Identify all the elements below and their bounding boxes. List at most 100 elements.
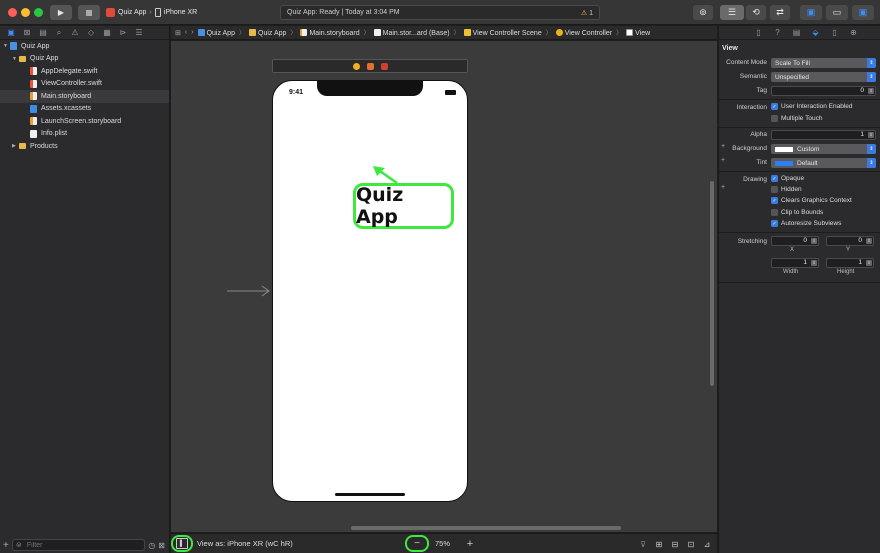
add-constraints-button[interactable]: ⊡ xyxy=(685,538,697,550)
tree-item-project[interactable]: ▼ Quiz App xyxy=(0,40,169,53)
tree-item-label: AppDelegate.swift xyxy=(41,67,98,75)
back-icon[interactable]: ‹ xyxy=(185,29,187,36)
search-icon[interactable]: ⌕ xyxy=(51,28,67,38)
identity-icon[interactable]: ▤ xyxy=(787,28,806,37)
forward-icon[interactable]: › xyxy=(191,29,193,36)
stepper-icon[interactable]: ⇕ xyxy=(868,88,874,94)
tint-popup[interactable]: Default ⇕ xyxy=(771,158,876,168)
connections-icon[interactable]: ⊕ xyxy=(844,28,863,37)
scm-filter-icon[interactable]: ⊠ xyxy=(158,541,165,550)
semantic-popup[interactable]: Unspecified ⇕ xyxy=(771,72,876,82)
source-control-icon[interactable]: ⊠ xyxy=(19,28,35,37)
standard-editor-button[interactable]: ☰ xyxy=(720,5,744,20)
stretch-width-field[interactable]: 1 ⇕ xyxy=(771,258,819,268)
breadcrumb-scene[interactable]: View Controller Scene xyxy=(463,28,542,37)
tree-item-group[interactable]: ▼ Quiz App xyxy=(0,53,169,66)
document-outline-button[interactable]: ▌ xyxy=(176,538,188,549)
vertical-scrollbar[interactable] xyxy=(710,181,714,386)
tree-item-file[interactable]: Assets.xcassets xyxy=(0,103,169,116)
user-interaction-checkbox[interactable]: ✓ User Interaction Enabled xyxy=(771,103,853,110)
tree-item-group[interactable]: ▶ Products xyxy=(0,140,169,153)
first-responder-icon[interactable] xyxy=(366,62,374,70)
stepper-icon[interactable]: ⇕ xyxy=(868,132,874,138)
library-button[interactable]: ⊚ xyxy=(693,5,713,20)
entry-point-arrow-icon[interactable] xyxy=(227,285,271,297)
alpha-field[interactable]: 1 ⇕ xyxy=(771,130,876,140)
tree-item-file-selected[interactable]: Main.storyboard xyxy=(0,90,169,103)
storyboard-canvas[interactable]: 9:41 Quiz App xyxy=(171,41,717,532)
add-variation-icon[interactable]: + xyxy=(721,157,725,164)
stretch-height-field[interactable]: 1 ⇕ xyxy=(826,258,874,268)
clip-bounds-checkbox[interactable]: Clip to Bounds xyxy=(771,209,823,216)
tree-item-file[interactable]: ViewController.swift xyxy=(0,78,169,91)
toggle-navigator-button[interactable]: ▣ xyxy=(800,5,822,20)
view-controller-icon[interactable] xyxy=(352,62,360,70)
test-icon[interactable]: ◇ xyxy=(83,28,99,37)
tree-item-file[interactable]: Info.plist xyxy=(0,128,169,141)
stretch-x-field[interactable]: 0 ⇕ xyxy=(771,236,819,246)
horizontal-scrollbar[interactable] xyxy=(351,526,621,530)
tree-item-file[interactable]: AppDelegate.swift xyxy=(0,65,169,78)
report-icon[interactable]: ☰ xyxy=(131,28,147,37)
size-icon[interactable]: ▯ xyxy=(825,28,844,37)
update-frames-button[interactable]: ⊽ xyxy=(637,538,649,550)
add-variation-icon[interactable]: + xyxy=(721,143,725,150)
autoresize-checkbox[interactable]: ✓ Autoresize Subviews xyxy=(771,220,841,227)
symbol-icon[interactable]: ▤ xyxy=(35,28,51,37)
tree-item-file[interactable]: LaunchScreen.storyboard xyxy=(0,115,169,128)
help-icon[interactable]: ? xyxy=(768,28,787,37)
stepper-icon[interactable]: ⇕ xyxy=(866,260,872,266)
update-frames-icon: ⊽ xyxy=(640,539,646,549)
align-button[interactable]: ⊟ xyxy=(669,538,681,550)
toggle-debug-area-button[interactable]: ▭ xyxy=(826,5,848,20)
minimize-window-button[interactable] xyxy=(21,8,30,17)
zoom-in-button[interactable]: + xyxy=(463,537,477,550)
opaque-checkbox[interactable]: ✓ Opaque xyxy=(771,175,804,182)
related-items-icon[interactable]: ⊞ xyxy=(175,29,181,37)
scheme-selector[interactable]: Quiz App › iPhone XR xyxy=(106,5,197,20)
breadcrumb-project[interactable]: Quiz App xyxy=(197,28,235,37)
breadcrumb-localization[interactable]: Main.stor...ard (Base) xyxy=(373,28,450,37)
breadcrumb-group[interactable]: Quiz App xyxy=(249,28,286,37)
file-inspector-icon[interactable]: ▯ xyxy=(749,28,768,37)
stepper-icon[interactable]: ⇕ xyxy=(866,238,872,244)
breadcrumb-controller[interactable]: View Controller xyxy=(555,28,612,37)
scene-dock[interactable] xyxy=(272,59,468,73)
stop-button[interactable] xyxy=(78,5,100,20)
clears-graphics-checkbox[interactable]: ✓ Clears Graphics Context xyxy=(771,197,852,204)
issue-icon[interactable]: ⚠ xyxy=(67,28,83,37)
quiz-app-label[interactable]: Quiz App xyxy=(353,183,454,229)
code-review-button[interactable]: ⟲ xyxy=(746,5,766,20)
warning-indicator[interactable]: ⚠ 1 xyxy=(581,9,593,17)
hidden-checkbox[interactable]: Hidden xyxy=(771,186,802,193)
popup-value: Default xyxy=(797,159,818,167)
content-mode-popup[interactable]: Scale To Fill ⇕ xyxy=(771,58,876,68)
close-window-button[interactable] xyxy=(8,8,17,17)
assistant-editor-button[interactable]: ⇄ xyxy=(770,5,790,20)
stepper-icon[interactable]: ⇕ xyxy=(811,260,817,266)
zoom-window-button[interactable] xyxy=(34,8,43,17)
iphone-scene[interactable]: 9:41 Quiz App xyxy=(272,80,468,502)
recent-files-icon[interactable]: ◷ xyxy=(148,541,155,550)
filter-input[interactable] xyxy=(11,539,146,551)
zoom-out-button[interactable]: − xyxy=(409,537,425,550)
stretch-y-field[interactable]: 0 ⇕ xyxy=(826,236,874,246)
breakpoint-icon[interactable]: ⊳ xyxy=(115,28,131,37)
embed-in-button[interactable]: ⊞ xyxy=(653,538,665,550)
tag-field[interactable]: 0 ⇕ xyxy=(771,86,876,96)
exit-icon[interactable] xyxy=(380,62,388,70)
resolve-autolayout-button[interactable]: ⊿ xyxy=(701,538,713,550)
attributes-icon[interactable]: ⬙ xyxy=(806,28,825,37)
folder-icon[interactable]: ▣ xyxy=(3,28,19,37)
add-icon[interactable]: + xyxy=(3,540,9,551)
stepper-icon[interactable]: ⇕ xyxy=(811,238,817,244)
breadcrumb-view[interactable]: View xyxy=(626,28,650,37)
breadcrumb-file[interactable]: Main.storyboard xyxy=(300,28,360,37)
view-as-device-button[interactable]: View as: iPhone XR (wC hR) xyxy=(197,539,293,548)
run-button[interactable]: ▶ xyxy=(50,5,72,20)
debug-icon[interactable]: ▦ xyxy=(99,28,115,37)
background-popup[interactable]: Custom ⇕ xyxy=(771,144,876,154)
add-variation-icon[interactable]: + xyxy=(721,184,725,191)
multiple-touch-checkbox[interactable]: Multiple Touch xyxy=(771,115,822,122)
toggle-inspector-button[interactable]: ▣ xyxy=(852,5,874,20)
